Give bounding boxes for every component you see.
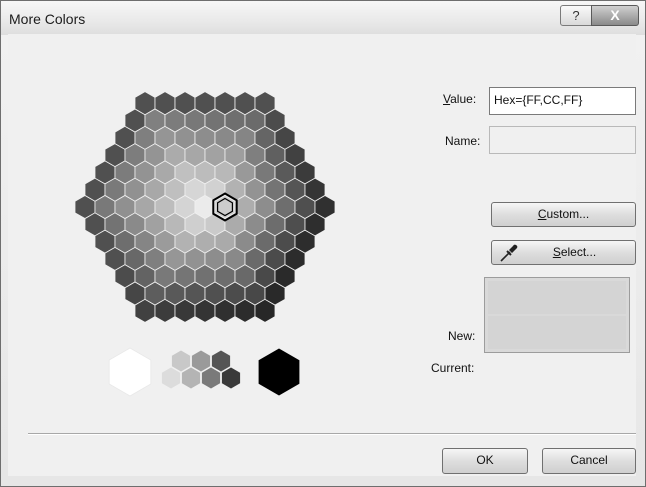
ok-button[interactable]: OK xyxy=(442,448,528,474)
value-field[interactable]: Hex={FF,CC,FF} xyxy=(489,87,636,115)
cancel-button[interactable]: Cancel xyxy=(542,448,636,474)
select-button[interactable]: Select... xyxy=(491,240,636,265)
new-color-swatch xyxy=(488,281,626,314)
black-cell[interactable] xyxy=(257,347,301,397)
eyedropper-icon xyxy=(500,244,518,262)
custom-button-label: Custom... xyxy=(537,207,590,221)
value-label: Value: xyxy=(443,92,477,106)
name-field xyxy=(489,126,636,154)
name-label: Name: xyxy=(445,134,481,148)
separator xyxy=(28,433,636,435)
current-color-swatch xyxy=(488,316,626,349)
color-preview xyxy=(484,277,630,353)
white-cell[interactable] xyxy=(108,347,152,397)
value-text: Hex={FF,CC,FF} xyxy=(494,93,583,107)
custom-button[interactable]: Custom... xyxy=(491,202,636,227)
new-label: New: xyxy=(448,329,476,343)
cancel-button-label: Cancel xyxy=(570,453,608,467)
ok-button-label: OK xyxy=(476,453,494,467)
select-button-label: Select... xyxy=(552,245,597,259)
current-label: Current: xyxy=(431,361,475,375)
